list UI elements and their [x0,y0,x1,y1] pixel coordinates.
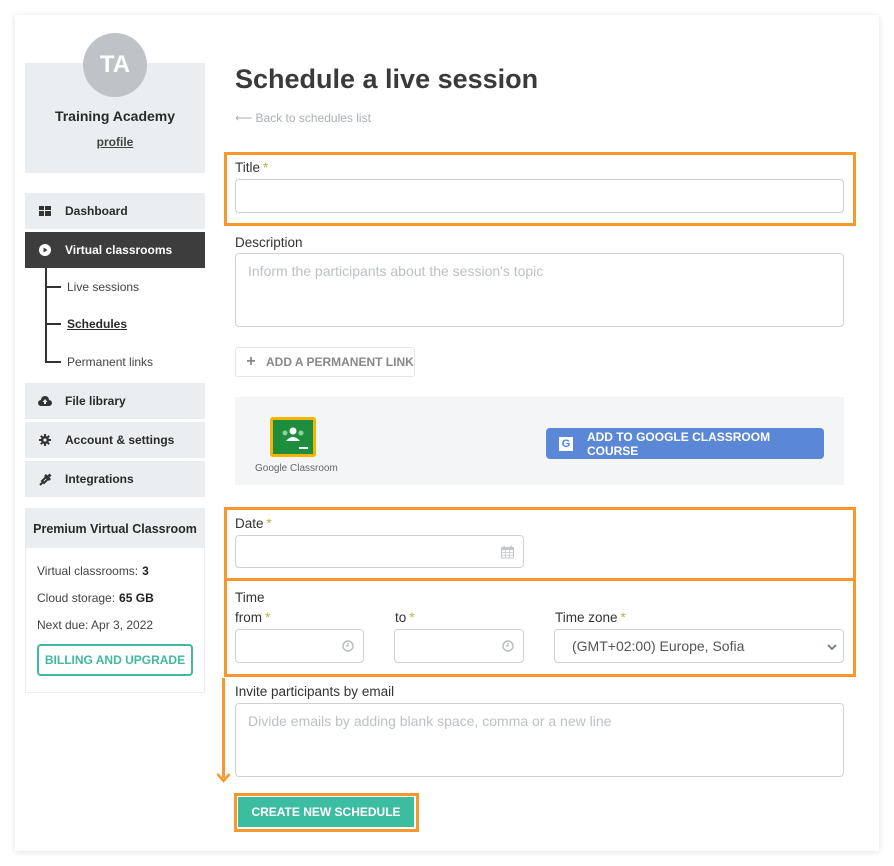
dashboard-grid-icon [25,206,65,216]
title-input[interactable] [235,179,844,213]
description-label: Description [235,235,303,250]
profile-link[interactable]: profile [25,135,205,149]
sidebar-item-label: Virtual classrooms [65,243,173,257]
profile-name: Training Academy [54,108,176,124]
sidebar-item-label: Integrations [65,472,134,486]
back-to-schedules-link[interactable]: ⟵ Back to schedules list [235,111,371,125]
plan-title: Premium Virtual Classroom [26,509,204,548]
add-permanent-link-button[interactable]: + ADD A PERMANENT LINK [235,347,415,377]
clock-icon [342,640,354,652]
clock-icon [502,640,514,652]
time-label: Time [235,590,265,605]
subnav-item-live-sessions[interactable]: Live sessions [45,277,139,297]
sidebar-item-dashboard[interactable]: Dashboard [25,193,205,229]
timezone-label: Time zone * [555,610,626,625]
to-label: to * [395,610,415,625]
date-input[interactable] [235,535,524,568]
plan-storage: Cloud storage: 65 GB [37,590,154,605]
sidebar-item-label: File library [65,394,126,408]
subnav-item-schedules[interactable]: Schedules [45,314,127,334]
flow-arrow-line [222,678,225,778]
calendar-icon[interactable] [501,545,514,558]
cloud-upload-icon [25,396,65,406]
create-new-schedule-button[interactable]: CREATE NEW SCHEDULE [238,797,414,827]
invite-label: Invite participants by email [235,684,395,699]
google-g-icon: G [559,436,573,451]
time-from-input[interactable] [235,629,364,663]
subnav-item-permanent-links[interactable]: Permanent links [45,352,153,372]
gear-icon [25,434,65,446]
billing-upgrade-button[interactable]: BILLING AND UPGRADE [37,644,193,676]
from-label: from * [235,610,271,625]
invite-emails-textarea[interactable]: Divide emails by adding blank space, com… [235,703,844,777]
add-to-google-classroom-button[interactable]: G ADD TO GOOGLE CLASSROOM COURSE [546,428,824,459]
google-classroom-logo-icon [270,417,316,457]
chevron-down-icon [827,638,837,654]
arrow-down-icon [216,773,231,783]
time-to-input[interactable] [394,629,524,663]
plug-icon [25,472,65,486]
title-label: Title * [235,160,269,175]
plan-classrooms: Virtual classrooms: 3 [37,563,149,578]
sidebar-item-label: Dashboard [65,204,128,218]
play-circle-icon [25,244,65,256]
sidebar-item-integrations[interactable]: Integrations [25,461,205,497]
plan-next-due: Next due: Apr 3, 2022 [37,617,154,632]
sidebar-item-account-settings[interactable]: Account & settings [25,422,205,458]
sidebar-item-virtual-classrooms[interactable]: Virtual classrooms [25,232,205,268]
avatar: TA [83,33,147,97]
sidebar-item-file-library[interactable]: File library [25,383,205,419]
plan-box: Premium Virtual Classroom Virtual classr… [25,508,205,693]
date-label: Date * [235,516,272,531]
timezone-select[interactable]: (GMT+02:00) Europe, Sofia [554,629,844,663]
description-textarea[interactable]: Inform the participants about the sessio… [235,253,844,327]
page-title: Schedule a live session [235,64,539,94]
sidebar-item-label: Account & settings [65,433,175,447]
google-classroom-panel: Google Classroom G ADD TO GOOGLE CLASSRO… [235,397,844,485]
google-classroom-label: Google Classroom [255,463,338,474]
plus-icon: + [246,353,256,370]
